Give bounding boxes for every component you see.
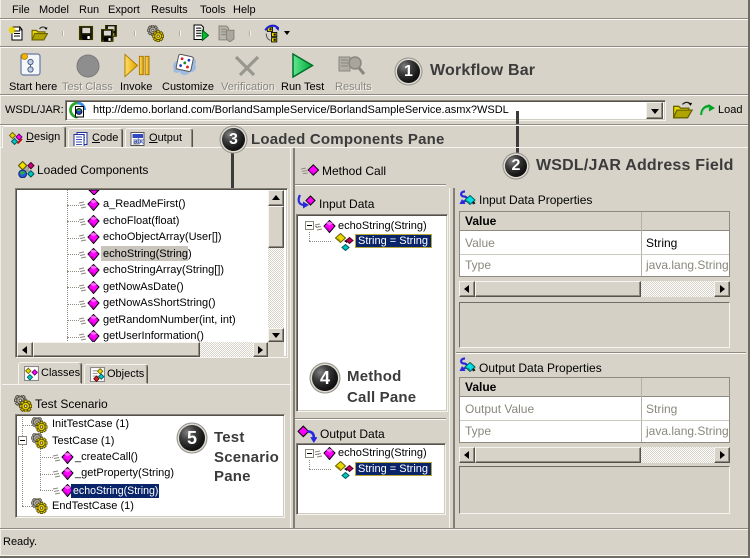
svg-text:abc: abc — [134, 139, 146, 146]
